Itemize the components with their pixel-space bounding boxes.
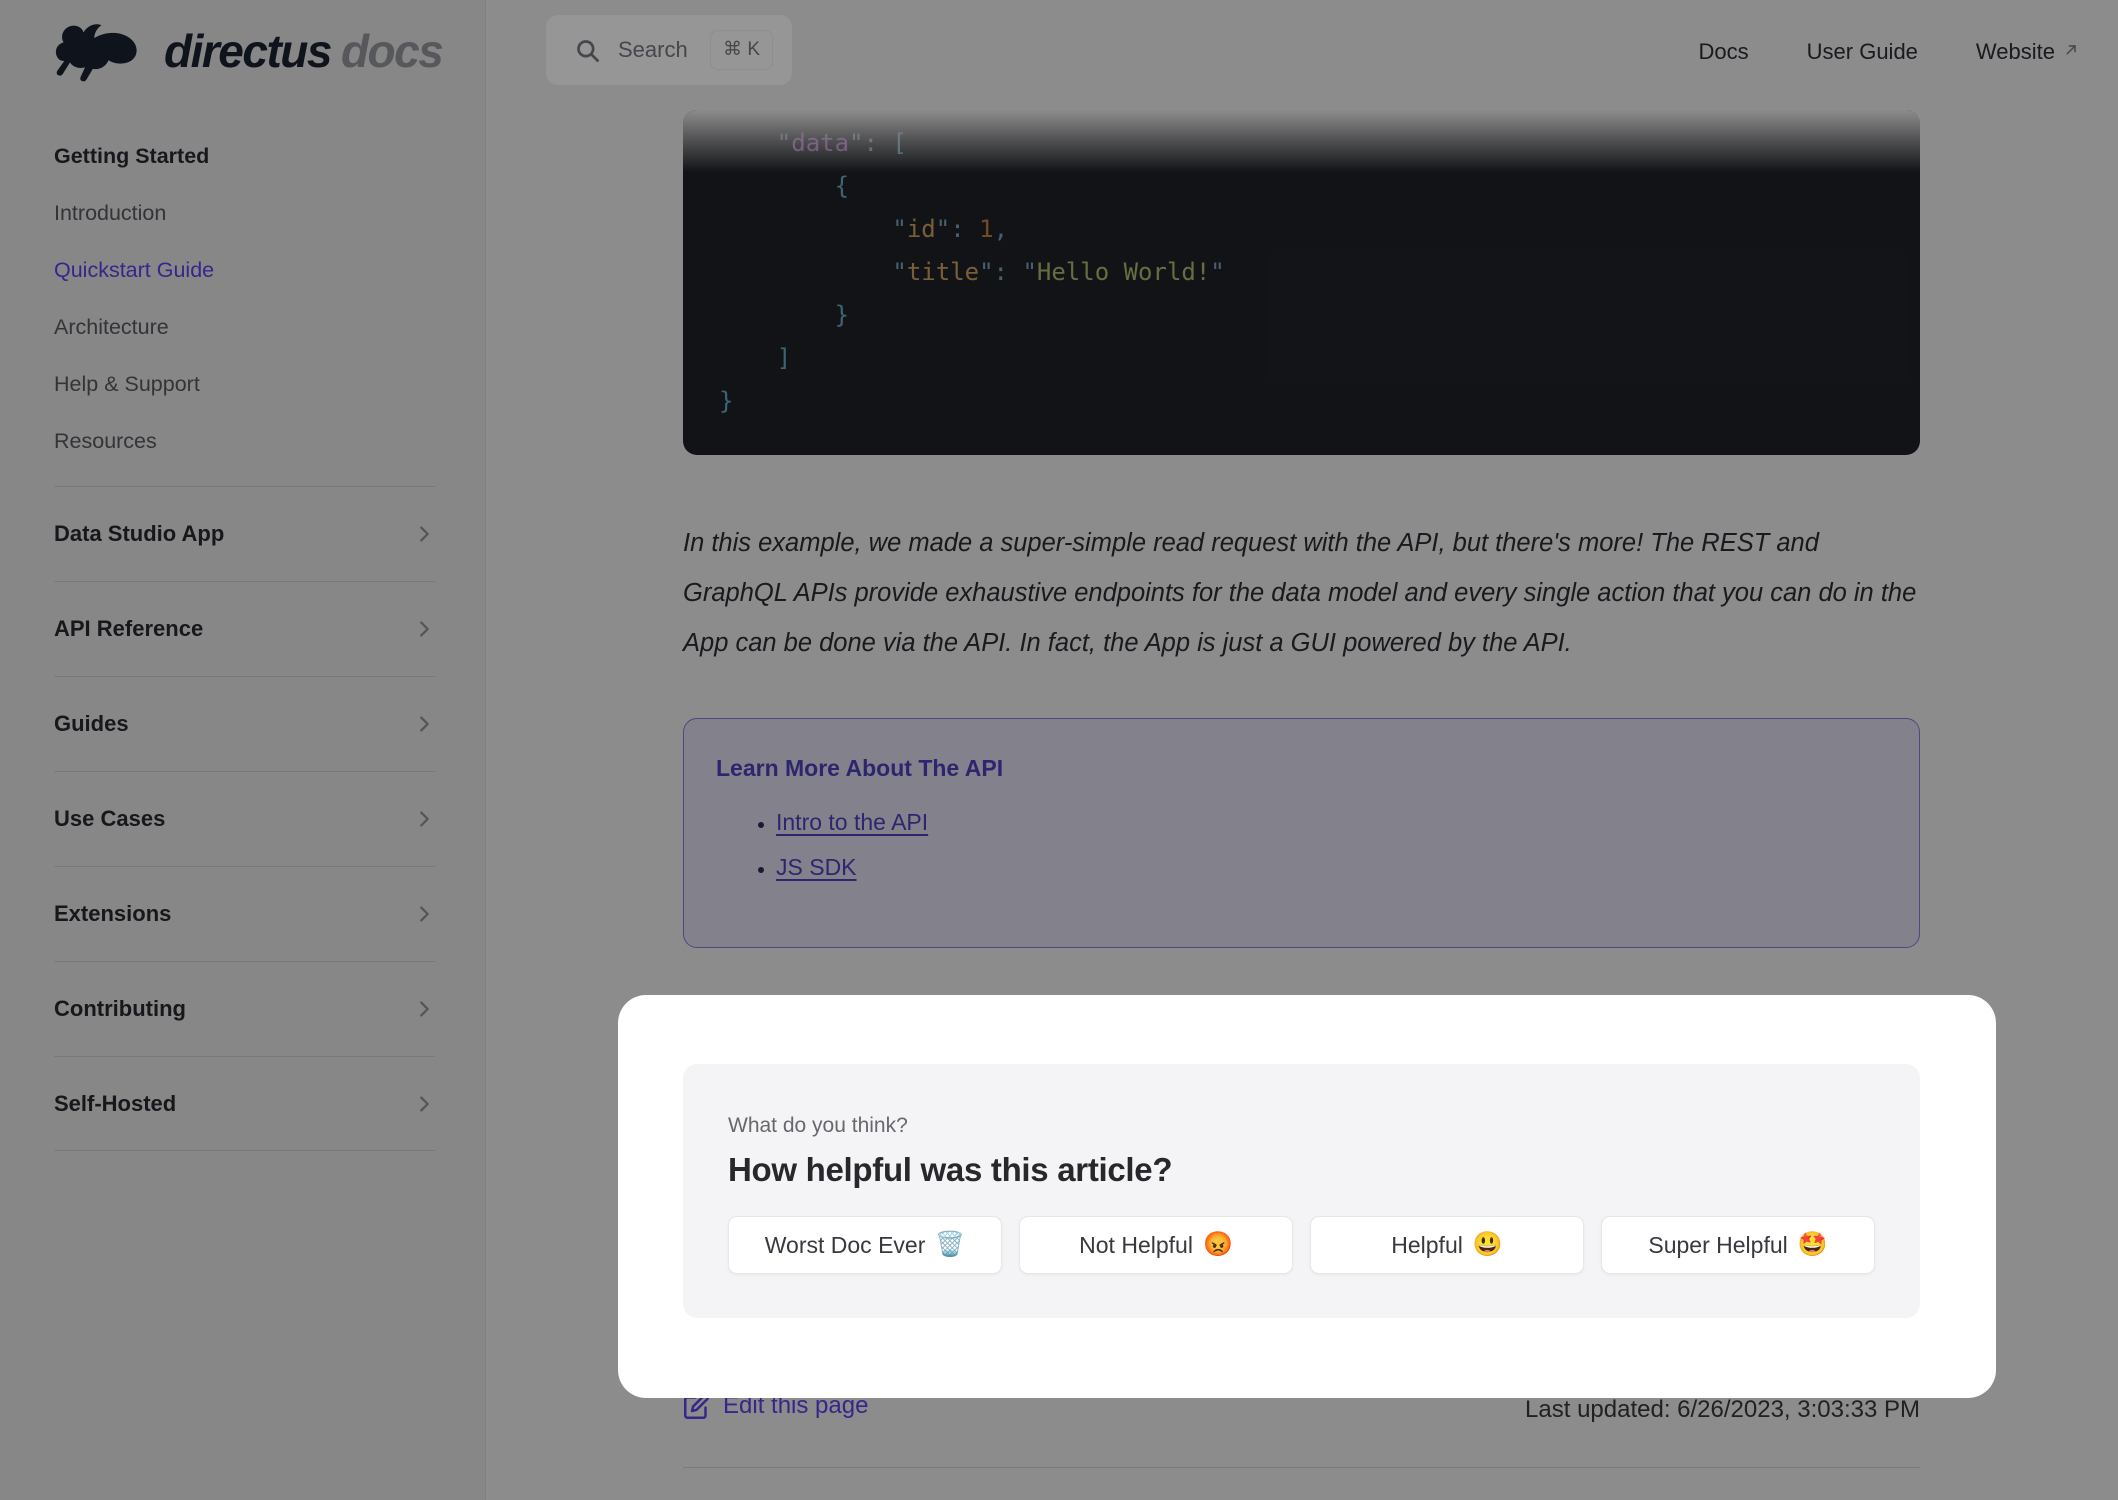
search-icon — [577, 39, 599, 62]
search-button[interactable]: Search ⌘ K — [546, 15, 792, 85]
feedback-button-row: Worst Doc Ever 🗑️ Not Helpful 😡 Helpful … — [728, 1216, 1875, 1274]
search-kbd-shortcut: ⌘ K — [710, 30, 773, 70]
search-label: Search — [618, 37, 688, 62]
feedback-button-label: Super Helpful — [1648, 1231, 1788, 1258]
feedback-button-super-helpful[interactable]: Super Helpful 🤩 — [1601, 1216, 1875, 1274]
feedback-button-label: Not Helpful — [1079, 1231, 1193, 1258]
feedback-button-helpful[interactable]: Helpful 😃 — [1310, 1216, 1584, 1274]
feedback-button-label: Helpful — [1391, 1231, 1463, 1258]
feedback-button-not-helpful[interactable]: Not Helpful 😡 — [1019, 1216, 1293, 1274]
feedback-button-emoji: 😡 — [1202, 1231, 1233, 1258]
feedback-card: What do you think? How helpful was this … — [683, 1064, 1920, 1318]
feedback-button-emoji: 🗑️ — [935, 1231, 966, 1258]
feedback-kicker: What do you think? — [728, 1114, 908, 1137]
feedback-button-label: Worst Doc Ever — [764, 1231, 926, 1258]
feedback-button-emoji: 🤩 — [1797, 1231, 1828, 1258]
feedback-button-emoji: 😃 — [1472, 1231, 1503, 1258]
page: directus docs Getting Started Introductio… — [0, 0, 2118, 1500]
feedback-spotlight: What do you think? How helpful was this … — [618, 995, 1996, 1398]
feedback-question: How helpful was this article? — [728, 1151, 1173, 1188]
feedback-button-worst-doc-ever[interactable]: Worst Doc Ever 🗑️ — [728, 1216, 1002, 1274]
